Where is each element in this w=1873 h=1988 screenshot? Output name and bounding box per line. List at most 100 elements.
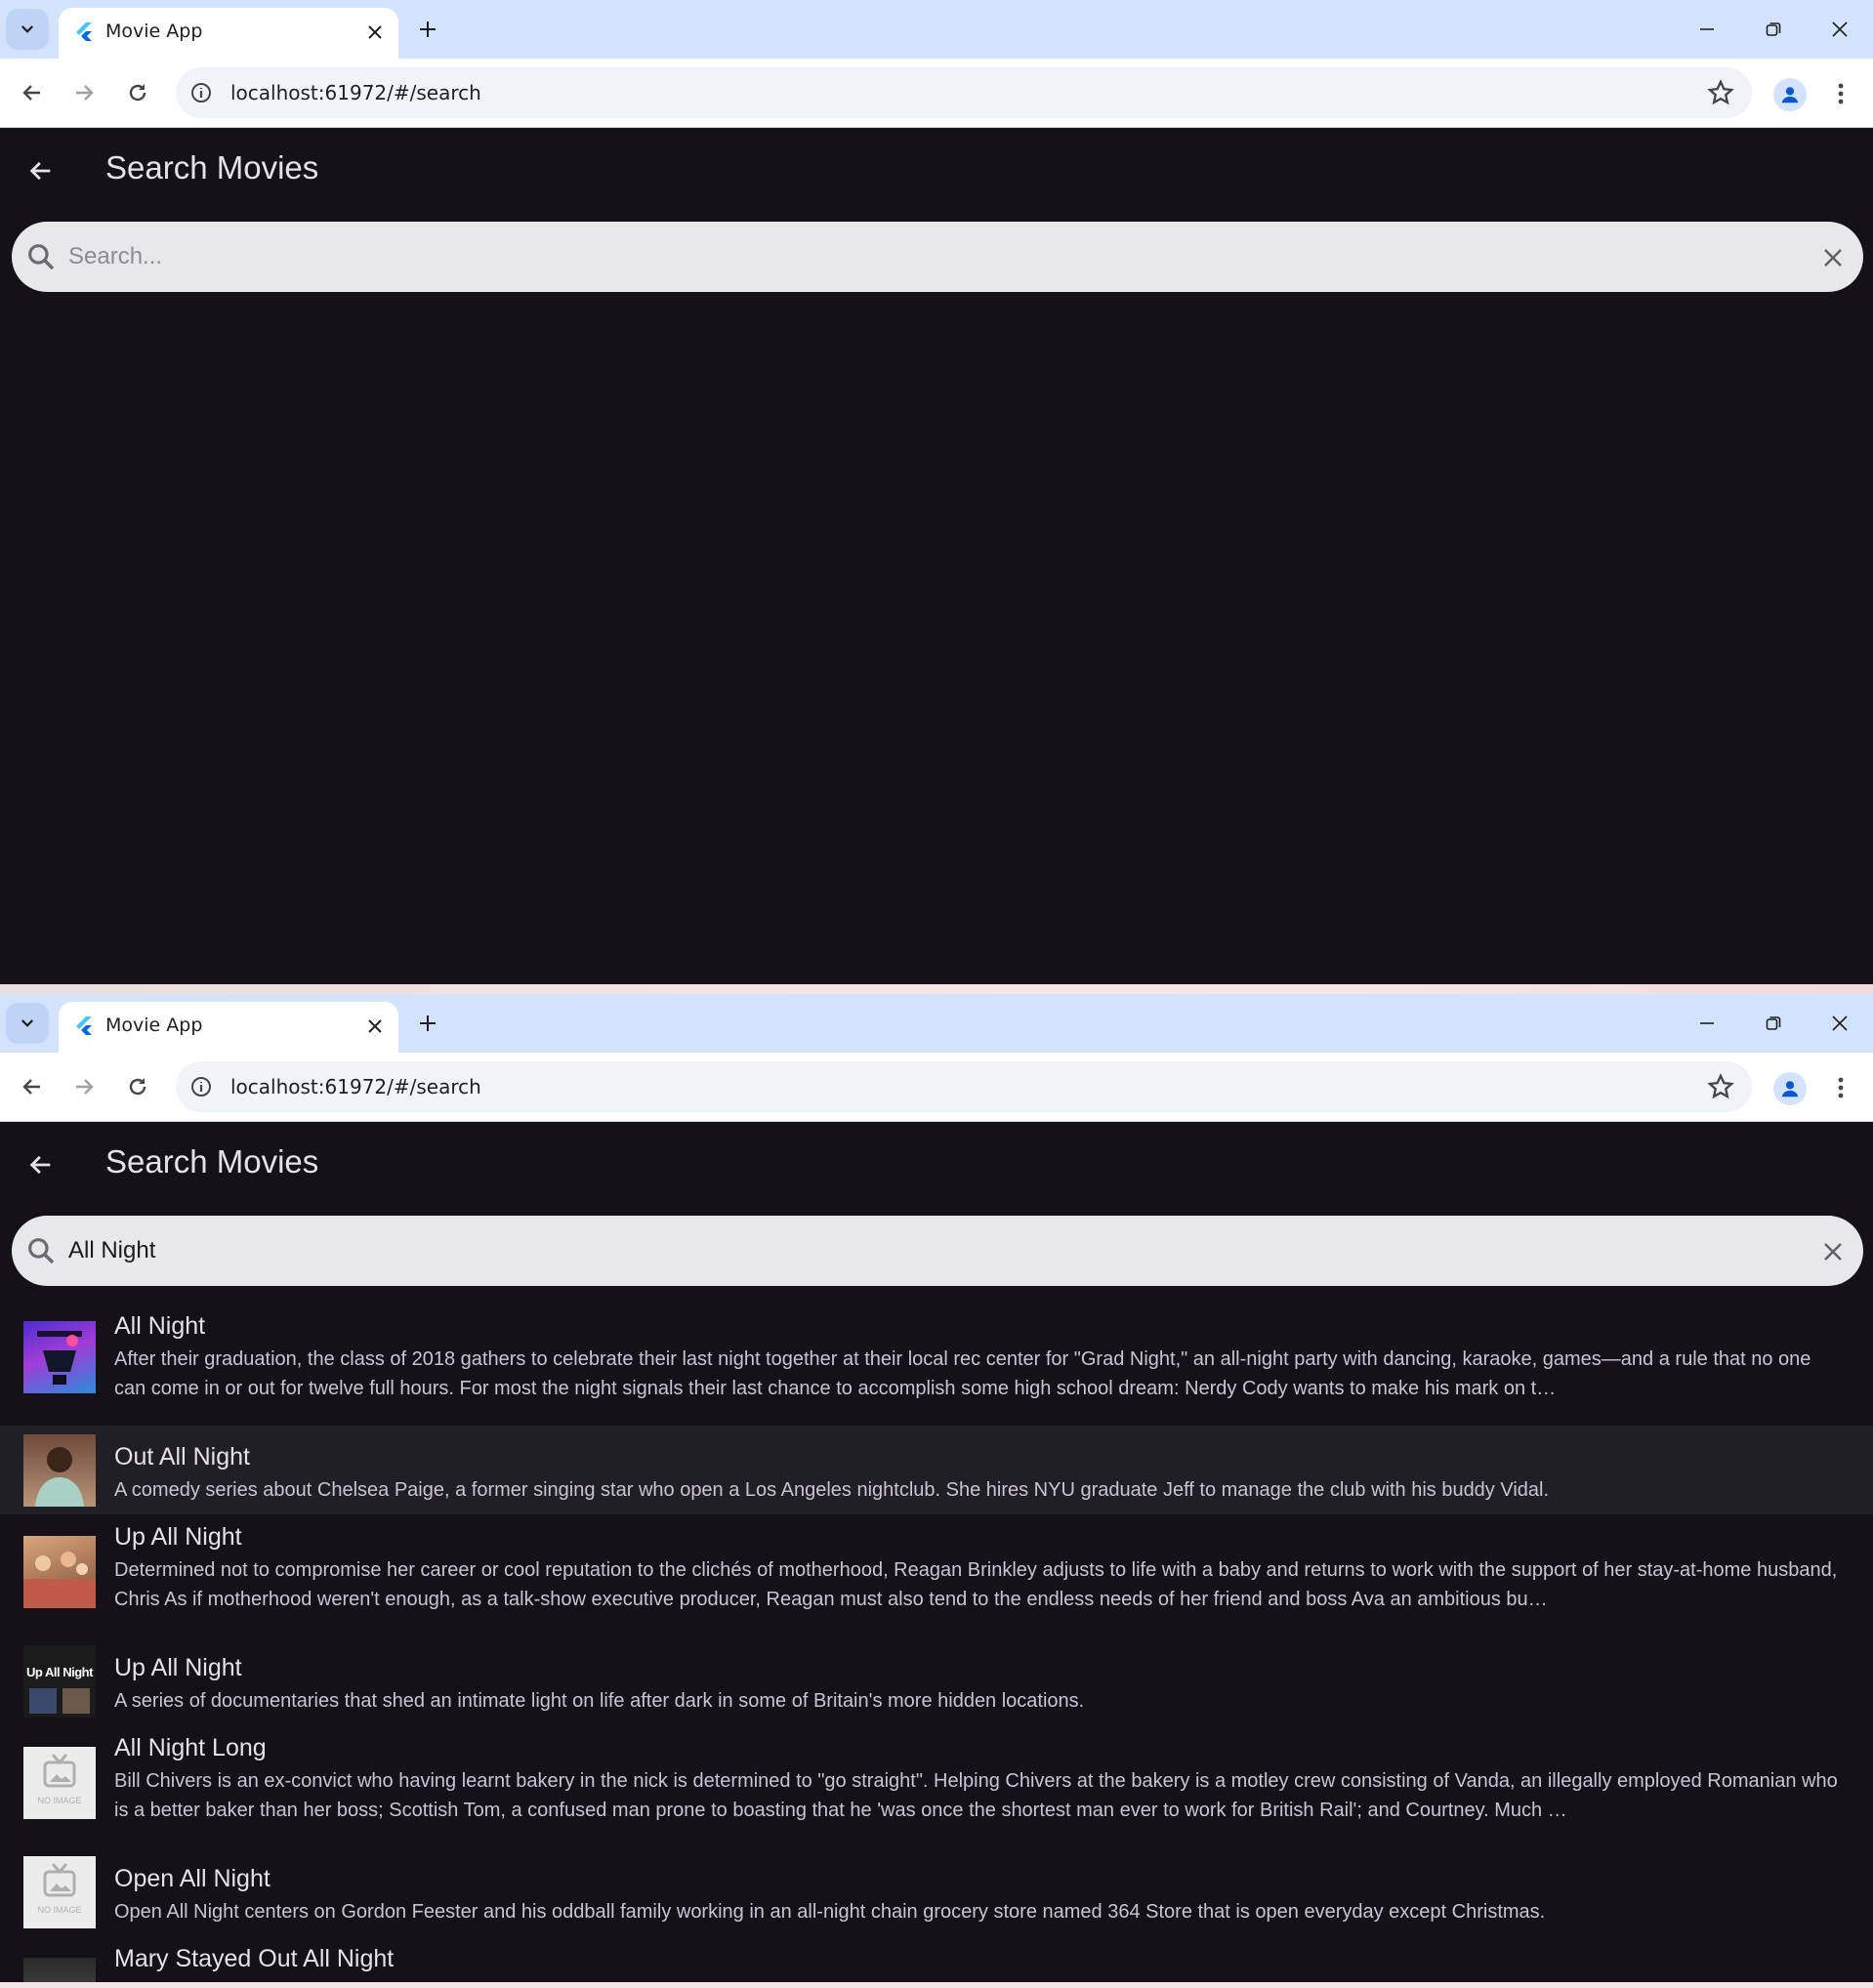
title-bar: Movie App xyxy=(0,994,1873,1053)
browser-tab[interactable]: Movie App xyxy=(59,8,398,59)
app-back-button[interactable] xyxy=(21,151,61,190)
poster-image xyxy=(37,1331,82,1385)
clear-search-button[interactable] xyxy=(1818,1237,1848,1266)
list-item[interactable]: NO IMAGE All Night Long Bill Chivers is … xyxy=(0,1725,1873,1847)
person-icon xyxy=(1781,1081,1799,1098)
movie-title: Up All Night xyxy=(114,1654,242,1681)
page-title: Search Movies xyxy=(105,149,319,186)
minimize-button[interactable] xyxy=(1674,0,1740,59)
page-title: Search Movies xyxy=(105,1143,319,1180)
movie-description: Bill Chivers is an ex-convict who having… xyxy=(114,1770,1838,1821)
app-content: Search Movies xyxy=(0,128,1873,984)
arrow-left-icon xyxy=(29,161,51,181)
flutter-icon xyxy=(76,1016,92,1035)
search-input[interactable] xyxy=(68,235,1787,278)
close-icon xyxy=(368,1019,382,1033)
movie-poster xyxy=(23,1434,96,1507)
forward-button[interactable] xyxy=(64,73,104,112)
browser-window-search-results: Movie App localhost:61972/#/search Searc… xyxy=(0,994,1873,1982)
reload-button[interactable] xyxy=(118,1067,157,1106)
poster-text: NO IMAGE xyxy=(37,1796,82,1805)
browser-toolbar: localhost:61972/#/search xyxy=(0,59,1873,128)
no-image-icon xyxy=(43,1863,76,1897)
browser-tab[interactable]: Movie App xyxy=(59,1002,398,1053)
movie-poster-placeholder: NO IMAGE xyxy=(23,1856,96,1928)
close-icon xyxy=(1832,1015,1848,1031)
url-text: localhost:61972/#/search xyxy=(230,81,481,104)
browser-window-empty-search: Movie App localhost:61972/#/search Searc… xyxy=(0,0,1873,984)
close-tab-button[interactable] xyxy=(361,19,389,46)
movie-title: Up All Night xyxy=(114,1523,242,1551)
close-icon xyxy=(1824,249,1842,267)
restore-button[interactable] xyxy=(1740,994,1807,1053)
window-separator xyxy=(0,984,1873,994)
more-vertical-icon xyxy=(1838,83,1844,104)
minimize-icon xyxy=(1700,1022,1714,1024)
bookmark-star-icon[interactable] xyxy=(1707,79,1734,106)
address-bar[interactable]: localhost:61972/#/search xyxy=(176,67,1752,118)
profile-avatar[interactable] xyxy=(1773,78,1807,111)
list-item[interactable]: NO IMAGE Open All Night Open All Night c… xyxy=(0,1847,1873,1936)
close-tab-button[interactable] xyxy=(361,1013,389,1040)
poster-image xyxy=(23,1552,96,1608)
search-bar xyxy=(12,222,1863,292)
browser-toolbar: localhost:61972/#/search xyxy=(0,1053,1873,1122)
info-icon xyxy=(191,83,211,103)
close-icon xyxy=(368,25,382,39)
reload-button[interactable] xyxy=(118,73,157,112)
clear-search-button[interactable] xyxy=(1818,243,1848,272)
movie-description: After their graduation, the class of 201… xyxy=(114,1348,1811,1399)
close-window-button[interactable] xyxy=(1807,0,1873,59)
close-icon xyxy=(1832,21,1848,37)
browser-menu-button[interactable] xyxy=(1826,76,1855,111)
chevron-down-icon xyxy=(21,1019,34,1027)
movie-poster xyxy=(23,1536,96,1608)
movie-description: A series of documentaries that shed an i… xyxy=(114,1690,1085,1712)
tab-title: Movie App xyxy=(105,21,203,42)
list-item[interactable]: Up All Night Determined not to compromis… xyxy=(0,1514,1873,1636)
browser-menu-button[interactable] xyxy=(1826,1070,1855,1105)
new-tab-button[interactable] xyxy=(410,1006,445,1041)
profile-avatar[interactable] xyxy=(1773,1072,1807,1105)
person-icon xyxy=(1781,87,1799,104)
poster-text: Up All Night xyxy=(26,1665,93,1679)
back-button[interactable] xyxy=(13,1067,52,1106)
arrow-left-icon xyxy=(22,1079,40,1095)
more-vertical-icon xyxy=(1838,1077,1844,1098)
new-tab-button[interactable] xyxy=(410,12,445,47)
list-item[interactable]: Up All Night Up All Night A series of do… xyxy=(0,1636,1873,1725)
tab-title: Movie App xyxy=(105,1015,203,1036)
close-window-button[interactable] xyxy=(1807,994,1873,1053)
list-item[interactable]: Out All Night A comedy series about Chel… xyxy=(0,1426,1873,1514)
minimize-button[interactable] xyxy=(1674,994,1740,1053)
movie-poster: Up All Night xyxy=(23,1645,96,1718)
info-icon xyxy=(191,1077,211,1097)
plus-icon xyxy=(420,1015,436,1031)
arrow-right-icon xyxy=(76,85,94,101)
tab-search-button[interactable] xyxy=(6,9,49,50)
flutter-icon xyxy=(76,22,92,41)
movie-title: All Night xyxy=(114,1312,206,1340)
restore-button[interactable] xyxy=(1740,0,1807,59)
restore-icon xyxy=(1766,22,1781,36)
chevron-down-icon xyxy=(21,25,34,33)
address-bar[interactable]: localhost:61972/#/search xyxy=(176,1061,1752,1112)
arrow-left-icon xyxy=(22,85,40,101)
search-input[interactable] xyxy=(68,1229,1787,1272)
movie-title: All Night Long xyxy=(114,1734,267,1761)
search-icon xyxy=(28,244,55,270)
minimize-icon xyxy=(1700,28,1714,30)
poster-image xyxy=(35,1447,84,1507)
movie-title: Out All Night xyxy=(114,1443,250,1470)
bookmark-star-icon[interactable] xyxy=(1707,1073,1734,1100)
list-item[interactable]: Mary Stayed Out All Night xyxy=(0,1936,1873,1982)
movie-description: Determined not to compromise her career … xyxy=(114,1559,1838,1610)
no-image-icon xyxy=(43,1754,76,1788)
restore-icon xyxy=(1766,1016,1781,1030)
list-item[interactable]: All Night After their graduation, the cl… xyxy=(0,1304,1873,1426)
tab-search-button[interactable] xyxy=(6,1003,49,1044)
app-back-button[interactable] xyxy=(21,1145,61,1184)
back-button[interactable] xyxy=(13,73,52,112)
arrow-left-icon xyxy=(29,1155,51,1175)
forward-button[interactable] xyxy=(64,1067,104,1106)
